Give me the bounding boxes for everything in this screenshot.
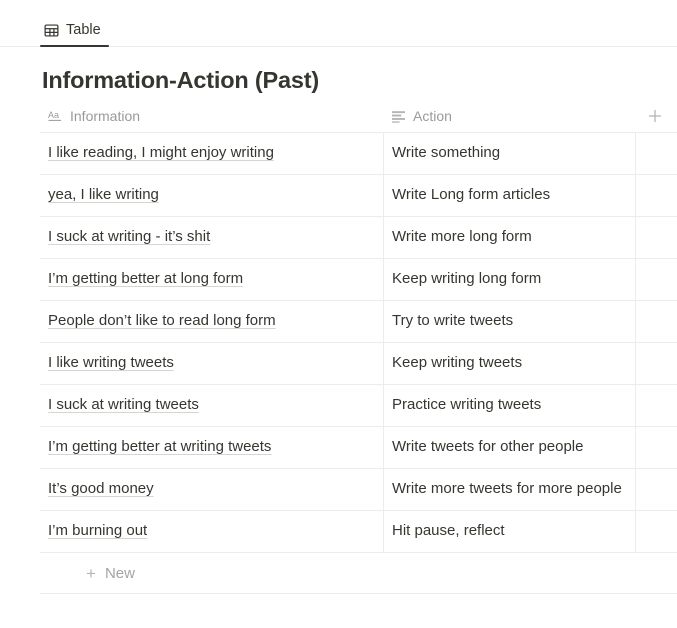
cell-empty[interactable] [636, 469, 677, 510]
row-title-link[interactable]: I suck at writing - it’s shit [48, 228, 210, 245]
svg-text:Aa: Aa [48, 110, 59, 120]
row-title-link[interactable]: It’s good money [48, 480, 154, 497]
column-header-action[interactable]: Action [384, 100, 636, 132]
column-header-label: Action [413, 108, 452, 125]
cell-empty[interactable] [636, 259, 677, 300]
table-row[interactable]: I suck at writing - it’s shit Write more … [40, 217, 677, 260]
column-header-information[interactable]: Aa Information [40, 100, 384, 132]
cell-information[interactable]: I’m burning out [40, 511, 384, 553]
new-row-label: New [104, 564, 135, 582]
table-row[interactable]: I’m getting better at long form Keep writ… [40, 259, 677, 302]
cell-action[interactable]: Write something [384, 133, 636, 175]
cell-information[interactable]: People don’t like to read long form [40, 301, 384, 343]
add-column-button[interactable] [636, 100, 677, 132]
cell-information[interactable]: yea, I like writing [40, 175, 384, 217]
cell-information[interactable]: I like writing tweets [40, 343, 384, 385]
table-row[interactable]: I like reading, I might enjoy writing Wri… [40, 133, 677, 176]
cell-empty[interactable] [636, 133, 677, 174]
row-title-link[interactable]: I suck at writing tweets [48, 396, 199, 413]
column-header-label: Information [70, 108, 141, 125]
table-icon [44, 23, 59, 38]
cell-information[interactable]: I like reading, I might enjoy writing [40, 133, 384, 175]
row-title-link[interactable]: People don’t like to read long form [48, 312, 276, 329]
cell-empty[interactable] [636, 343, 677, 384]
table-row[interactable]: People don’t like to read long form Try t… [40, 301, 677, 344]
cell-action[interactable]: Write more tweets for more people [384, 469, 636, 511]
cell-action[interactable]: Write more long form [384, 217, 636, 259]
tab-label: Table [66, 22, 101, 38]
cell-empty[interactable] [636, 385, 677, 426]
row-title-link[interactable]: I’m getting better at writing tweets [48, 438, 271, 455]
table-body: I like reading, I might enjoy writing Wri… [40, 133, 677, 554]
cell-action[interactable]: Write tweets for other people [384, 427, 636, 469]
row-title-link[interactable]: I like reading, I might enjoy writing [48, 144, 274, 161]
table-row[interactable]: I’m getting better at writing tweets Writ… [40, 427, 677, 470]
cell-information[interactable]: I’m getting better at long form [40, 259, 384, 301]
cell-action[interactable]: Practice writing tweets [384, 385, 636, 427]
page-title: Information-Action (Past) [42, 67, 319, 93]
cell-information[interactable]: It’s good money [40, 469, 384, 511]
table-row[interactable]: I’m burning out Hit pause, reflect [40, 511, 677, 554]
cell-action[interactable]: Keep writing long form [384, 259, 636, 301]
tab-active-indicator [40, 44, 109, 47]
view-tab-bar: Table [0, 0, 677, 47]
cell-information[interactable]: I suck at writing - it’s shit [40, 217, 384, 259]
table-row[interactable]: It’s good money Write more tweets for mor… [40, 469, 677, 512]
cell-empty[interactable] [636, 217, 677, 258]
row-title-link[interactable]: I’m burning out [48, 522, 147, 539]
plus-icon [648, 110, 661, 123]
cell-empty[interactable] [636, 511, 677, 552]
text-lines-icon [392, 110, 406, 123]
tab-table[interactable]: Table [40, 22, 109, 47]
cell-information[interactable]: I suck at writing tweets [40, 385, 384, 427]
table-row[interactable]: I like writing tweets Keep writing tweets [40, 343, 677, 386]
new-row-button[interactable]: + New [40, 553, 677, 595]
cell-action[interactable]: Try to write tweets [384, 301, 636, 343]
table-header-row: Aa Information Action [40, 100, 677, 134]
cell-action[interactable]: Write Long form articles [384, 175, 636, 217]
cell-empty[interactable] [636, 175, 677, 216]
database-table: Aa Information Action I like reading, I … [40, 100, 677, 595]
table-row[interactable]: yea, I like writing Write Long form artic… [40, 175, 677, 218]
cell-action[interactable]: Hit pause, reflect [384, 511, 636, 553]
cell-empty[interactable] [636, 301, 677, 342]
cell-information[interactable]: I’m getting better at writing tweets [40, 427, 384, 469]
title-aa-icon: Aa [48, 109, 63, 123]
cell-action[interactable]: Keep writing tweets [384, 343, 636, 385]
plus-icon: + [86, 563, 96, 583]
row-title-link[interactable]: I’m getting better at long form [48, 270, 243, 287]
row-title-link[interactable]: yea, I like writing [48, 186, 159, 203]
row-title-link[interactable]: I like writing tweets [48, 354, 174, 371]
table-row[interactable]: I suck at writing tweets Practice writing… [40, 385, 677, 428]
cell-empty[interactable] [636, 427, 677, 468]
